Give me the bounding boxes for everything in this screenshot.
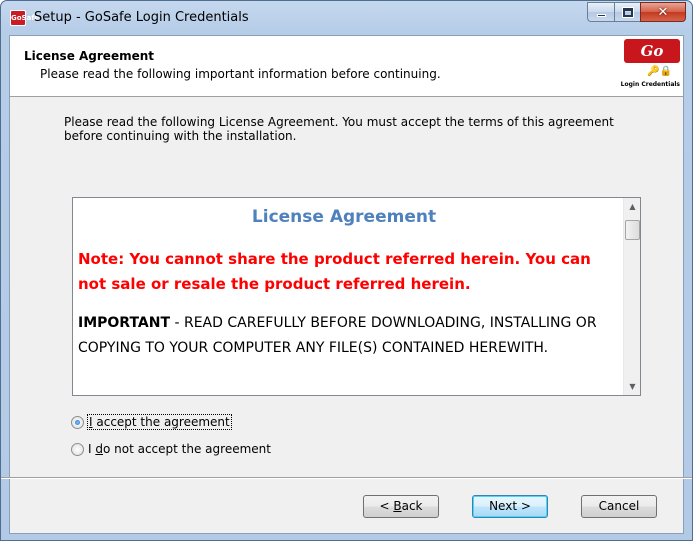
maximize-icon — [621, 6, 634, 18]
decline-option[interactable]: I do not accept the agreement — [71, 442, 271, 456]
accept-label-rest: accept the agreement — [92, 415, 230, 429]
scroll-thumb[interactable] — [625, 220, 640, 240]
license-scrollbar[interactable]: ▲ ▼ — [623, 198, 640, 395]
page-subtitle: Please read the following important info… — [40, 67, 441, 81]
keys-icon: 🔑🔒 — [647, 66, 672, 77]
scroll-down-arrow-icon[interactable]: ▼ — [624, 378, 640, 395]
maximize-button[interactable] — [614, 2, 640, 22]
next-button[interactable]: Next > — [472, 495, 548, 518]
footer-divider — [1, 477, 692, 479]
back-rest: ack — [401, 499, 423, 513]
scroll-up-arrow-icon[interactable]: ▲ — [624, 198, 640, 215]
setup-window: GoSafe Setup - GoSafe Login Credentials … — [0, 0, 693, 541]
license-note: Note: You cannot share the product refer… — [78, 250, 591, 293]
gosafe-app-icon[interactable]: GoSafe — [10, 10, 39, 26]
back-prefix: < — [379, 499, 394, 513]
caption-buttons: ✕ — [587, 2, 686, 22]
intro-text: Please read the following License Agreem… — [64, 115, 614, 143]
logo-badge: Go Safe — [624, 39, 680, 84]
license-title: License Agreement — [251, 207, 437, 227]
accept-label[interactable]: I accept the agreement — [87, 414, 232, 430]
logo-caption: Login Credentials — [620, 81, 680, 88]
minimize-button[interactable] — [587, 2, 614, 22]
accept-option[interactable]: I accept the agreement — [71, 414, 232, 430]
gosafe-logo: Go Safe 🔑🔒 Login Credentials — [618, 39, 680, 93]
license-text-box[interactable]: License Agreement Note: You cannot share… — [72, 197, 641, 396]
close-icon: ✕ — [657, 4, 669, 20]
decline-radio[interactable] — [71, 442, 84, 456]
back-accel: B — [393, 499, 402, 513]
accept-radio[interactable] — [71, 415, 84, 429]
wizard-header: License Agreement Please read the follow… — [10, 36, 683, 97]
cancel-button[interactable]: Cancel — [581, 495, 657, 518]
page-title: License Agreement — [24, 49, 155, 63]
decline-label-accel: d — [95, 442, 103, 456]
decline-label[interactable]: I do not accept the agreement — [88, 442, 271, 456]
minimize-icon — [596, 14, 606, 17]
back-button[interactable]: < Back — [363, 495, 439, 518]
title-bar[interactable]: GoSafe Setup - GoSafe Login Credentials … — [1, 1, 692, 35]
important-label: IMPORTANT — [78, 315, 171, 331]
decline-label-rest: o not accept the agreement — [102, 442, 271, 456]
license-content: License Agreement Note: You cannot share… — [78, 204, 610, 361]
window-title: Setup - GoSafe Login Credentials — [34, 10, 249, 25]
license-important: IMPORTANT - READ CAREFULLY BEFORE DOWNLO… — [78, 311, 610, 361]
close-button[interactable]: ✕ — [640, 2, 686, 22]
